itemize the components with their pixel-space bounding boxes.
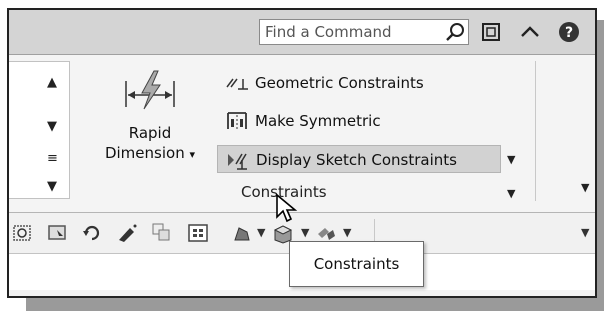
panel-expand-dropdown[interactable]: ▼ (507, 187, 515, 200)
make-symmetric-button[interactable]: Make Symmetric (217, 107, 381, 135)
ribbon: ▲ ▼ ≡ ▼ Rapid Dimension ▾ Geometric Cons… (9, 55, 595, 213)
display-sketch-constraints-label: Display Sketch Constraints (256, 151, 457, 169)
search-input[interactable]: Find a Command (259, 19, 469, 45)
paint-icon[interactable] (116, 222, 138, 244)
help-icon[interactable]: ? (557, 20, 581, 44)
shape-icon[interactable] (231, 222, 253, 244)
constraints-tooltip: Constraints (289, 241, 424, 287)
svg-text:?: ? (565, 25, 573, 41)
rapid-dimension-icon (125, 70, 175, 110)
display-constraints-dropdown[interactable]: ▼ (507, 153, 515, 166)
material-dropdown[interactable]: ▼ (343, 226, 351, 239)
make-symmetric-icon (227, 112, 247, 129)
panel-separator (535, 61, 536, 201)
shape-dropdown[interactable]: ▼ (257, 226, 265, 239)
layers-icon[interactable] (151, 222, 173, 244)
window-shadow-right (597, 20, 604, 311)
window-shadow-bottom (26, 298, 604, 311)
zoom-area-icon[interactable] (12, 222, 34, 244)
box-dropdown[interactable]: ▼ (301, 226, 309, 239)
gallery-more[interactable]: ▼ (47, 180, 57, 194)
gallery-scroll-up[interactable]: ▲ (47, 76, 57, 90)
rapid-dimension-label-1: Rapid (128, 124, 172, 142)
mouse-pointer-icon (276, 193, 298, 223)
make-symmetric-label: Make Symmetric (255, 112, 381, 130)
gallery-scroll-down[interactable]: ▼ (47, 120, 57, 134)
rapid-dimension-label-2: Dimension (104, 144, 185, 162)
gallery-expand[interactable]: ≡ (47, 152, 58, 166)
rotate-icon[interactable] (81, 222, 103, 244)
rapid-dimension-dropdown[interactable]: ▾ (189, 148, 195, 161)
next-panel-dropdown[interactable]: ▼ (581, 181, 589, 194)
search-placeholder: Find a Command (265, 23, 392, 41)
view-icon[interactable] (47, 222, 69, 244)
geometric-constraints-label: Geometric Constraints (255, 74, 424, 92)
style-gallery: ▲ ▼ ≡ ▼ (9, 61, 70, 199)
geometric-constraints-icon (226, 78, 248, 90)
geometric-constraints-button[interactable]: Geometric Constraints (217, 69, 424, 97)
chevron-up-icon[interactable] (518, 20, 542, 44)
search-icon[interactable] (445, 22, 465, 42)
maximize-icon[interactable] (479, 20, 503, 44)
display-sketch-constraints-icon (228, 153, 247, 170)
rapid-dimension-button[interactable]: Rapid Dimension ▾ (91, 65, 209, 183)
title-bar: Find a Command ? (9, 10, 595, 55)
grid-icon[interactable] (187, 222, 209, 244)
toolbar-overflow-dropdown[interactable]: ▼ (581, 226, 589, 239)
display-sketch-constraints-button[interactable]: Display Sketch Constraints (217, 145, 501, 173)
